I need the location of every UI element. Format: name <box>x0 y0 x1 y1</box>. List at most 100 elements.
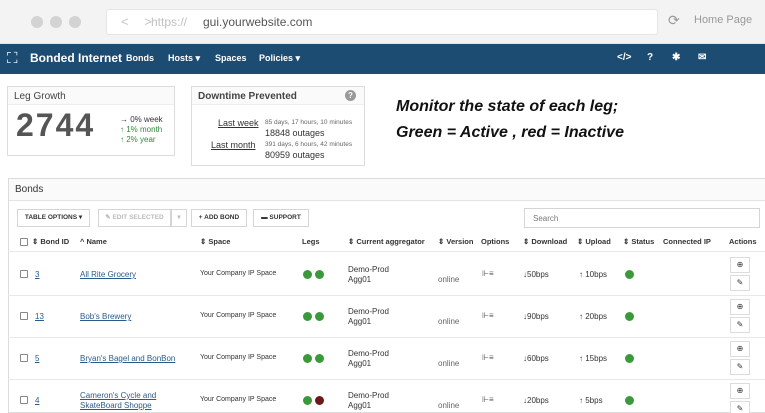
last-week-duration: 85 days, 17 hours, 10 minutes <box>265 119 353 126</box>
zoom-icon[interactable]: ⊕ <box>730 383 750 399</box>
zoom-icon[interactable]: ⊕ <box>730 299 750 315</box>
downtime-title: Downtime Prevented <box>192 87 364 105</box>
home-page-link[interactable]: Home Page <box>694 14 752 26</box>
gear-icon[interactable]: ✱ <box>672 52 680 63</box>
options-icon[interactable]: ⊩≡ <box>482 353 494 362</box>
bonds-title: Bonds <box>9 179 765 201</box>
table-options-button[interactable]: TABLE OPTIONS ▾ <box>17 209 90 227</box>
leg-status-icon <box>315 354 324 363</box>
bond-status-icon <box>625 396 634 405</box>
bond-id-link[interactable]: 4 <box>35 396 39 405</box>
leg-status-icon <box>315 396 324 405</box>
col-download[interactable]: ⇕ Download <box>523 237 567 246</box>
brand-name[interactable]: Bonded Internet <box>30 51 122 65</box>
bond-name-link[interactable]: Bob's Brewery <box>80 312 131 321</box>
code-icon[interactable]: </> <box>617 52 631 63</box>
stat-year: ↑ 2% year <box>120 135 156 144</box>
add-bond-button[interactable]: + ADD BOND <box>191 209 247 227</box>
caption-line-1: Monitor the state of each leg; <box>396 98 619 115</box>
leg-status-icon <box>303 312 312 321</box>
nav-hosts[interactable]: Hosts ▾ <box>168 53 200 64</box>
row-checkbox[interactable] <box>20 396 28 404</box>
window-minimize-dot[interactable] <box>50 16 62 28</box>
logo-icon[interactable]: ⛶ <box>7 50 18 67</box>
aggregator-name: Demo-Prod <box>348 307 389 316</box>
leg-status-icon <box>303 396 312 405</box>
row-checkbox[interactable] <box>20 312 28 320</box>
bond-id-link[interactable]: 3 <box>35 270 39 279</box>
stat-month: ↑ 1% month <box>120 125 163 134</box>
zoom-icon[interactable]: ⊕ <box>730 257 750 273</box>
last-week-outages: 18848 outages <box>265 128 325 138</box>
bond-status-icon <box>625 354 634 363</box>
window-close-dot[interactable] <box>31 16 43 28</box>
reload-icon[interactable]: ⟳ <box>668 12 680 29</box>
nav-policies[interactable]: Policies ▾ <box>259 53 300 64</box>
window-maximize-dot[interactable] <box>69 16 81 28</box>
upload-rate: ↑ 20bps <box>579 312 608 321</box>
upload-rate: ↑ 15bps <box>579 354 608 363</box>
support-button[interactable]: ▬ SUPPORT <box>253 209 309 227</box>
row-separator <box>8 337 765 338</box>
bond-space: Your Company IP Space <box>200 270 277 277</box>
leg-status-icon <box>315 270 324 279</box>
nav-spaces[interactable]: Spaces <box>215 53 247 63</box>
col-connected-ip: Connected IP <box>663 237 711 246</box>
edit-icon[interactable]: ✎ <box>730 317 750 333</box>
bond-space: Your Company IP Space <box>200 312 277 319</box>
bond-name-link[interactable]: Cameron's Cycle and <box>80 391 156 400</box>
col-upload[interactable]: ⇕ Upload <box>577 237 611 246</box>
row-checkbox[interactable] <box>20 270 28 278</box>
bond-name-link-line2[interactable]: SkateBoard Shoppe <box>80 401 152 410</box>
options-icon[interactable]: ⊩≡ <box>482 311 494 320</box>
col-options: Options <box>481 237 510 246</box>
browser-chrome: < > https:// gui.yourwebsite.com ⟳ Home … <box>0 0 765 44</box>
bond-id-link[interactable]: 13 <box>35 312 44 321</box>
stat-week: → 0% week <box>120 115 163 124</box>
edit-icon[interactable]: ✎ <box>730 275 750 291</box>
col-current-aggregator[interactable]: ⇕ Current aggregator <box>348 237 425 246</box>
aggregator-id: Agg01 <box>348 317 372 326</box>
last-week-link[interactable]: Last week <box>218 118 259 128</box>
edit-icon[interactable]: ✎ <box>730 401 750 413</box>
address-bar[interactable]: < > https:// gui.yourwebsite.com <box>106 9 658 35</box>
options-icon[interactable]: ⊩≡ <box>482 269 494 278</box>
edit-selected-button[interactable]: ✎ EDIT SELECTED <box>98 209 171 227</box>
bond-id-link[interactable]: 5 <box>35 354 39 363</box>
bond-name-link[interactable]: Bryan's Bagel and BonBon <box>80 354 175 363</box>
bond-space: Your Company IP Space <box>200 396 277 403</box>
help-icon[interactable]: ? <box>647 52 653 63</box>
upload-rate: ↑ 10bps <box>579 270 608 279</box>
mail-icon[interactable]: ✉ <box>698 52 706 63</box>
downtime-title-text: Downtime Prevented <box>198 91 297 102</box>
aggregator-name: Demo-Prod <box>348 265 389 274</box>
select-all-checkbox[interactable] <box>20 238 28 246</box>
edit-icon[interactable]: ✎ <box>730 359 750 375</box>
url-host: gui.yourwebsite.com <box>203 15 313 29</box>
download-rate: ↓50bps <box>523 270 549 279</box>
search-input[interactable]: Search <box>524 208 760 228</box>
version-status: online <box>438 359 460 368</box>
zoom-icon[interactable]: ⊕ <box>730 341 750 357</box>
download-rate: ↓90bps <box>523 312 549 321</box>
col-status[interactable]: ⇕ Status <box>623 237 654 246</box>
col-name[interactable]: ^ Name <box>80 237 107 246</box>
options-icon[interactable]: ⊩≡ <box>482 395 494 404</box>
row-checkbox[interactable] <box>20 354 28 362</box>
leg-growth-card: Leg Growth 2744 → 0% week ↑ 1% month ↑ 2… <box>7 86 175 156</box>
top-navbar: ⛶ Bonded Internet Bonds Hosts ▾ Spaces P… <box>0 44 765 74</box>
help-icon[interactable]: ? <box>345 90 356 101</box>
col-space[interactable]: ⇕ Space <box>200 237 230 246</box>
leg-status-icon <box>303 354 312 363</box>
col-bond-id[interactable]: ⇕ Bond ID <box>32 237 69 246</box>
row-separator <box>8 379 765 380</box>
last-month-link[interactable]: Last month <box>211 140 256 150</box>
nav-bonds[interactable]: Bonds <box>126 53 154 63</box>
col-version[interactable]: ⇕ Version <box>438 237 473 246</box>
edit-dropdown-button[interactable]: ▾ <box>171 209 187 227</box>
downtime-card: Downtime Prevented ? Last week 85 days, … <box>191 86 365 166</box>
leg-status-icon <box>303 270 312 279</box>
leg-growth-title: Leg Growth <box>8 87 174 105</box>
bond-name-link[interactable]: All Rite Grocery <box>80 270 136 279</box>
aggregator-id: Agg01 <box>348 359 372 368</box>
